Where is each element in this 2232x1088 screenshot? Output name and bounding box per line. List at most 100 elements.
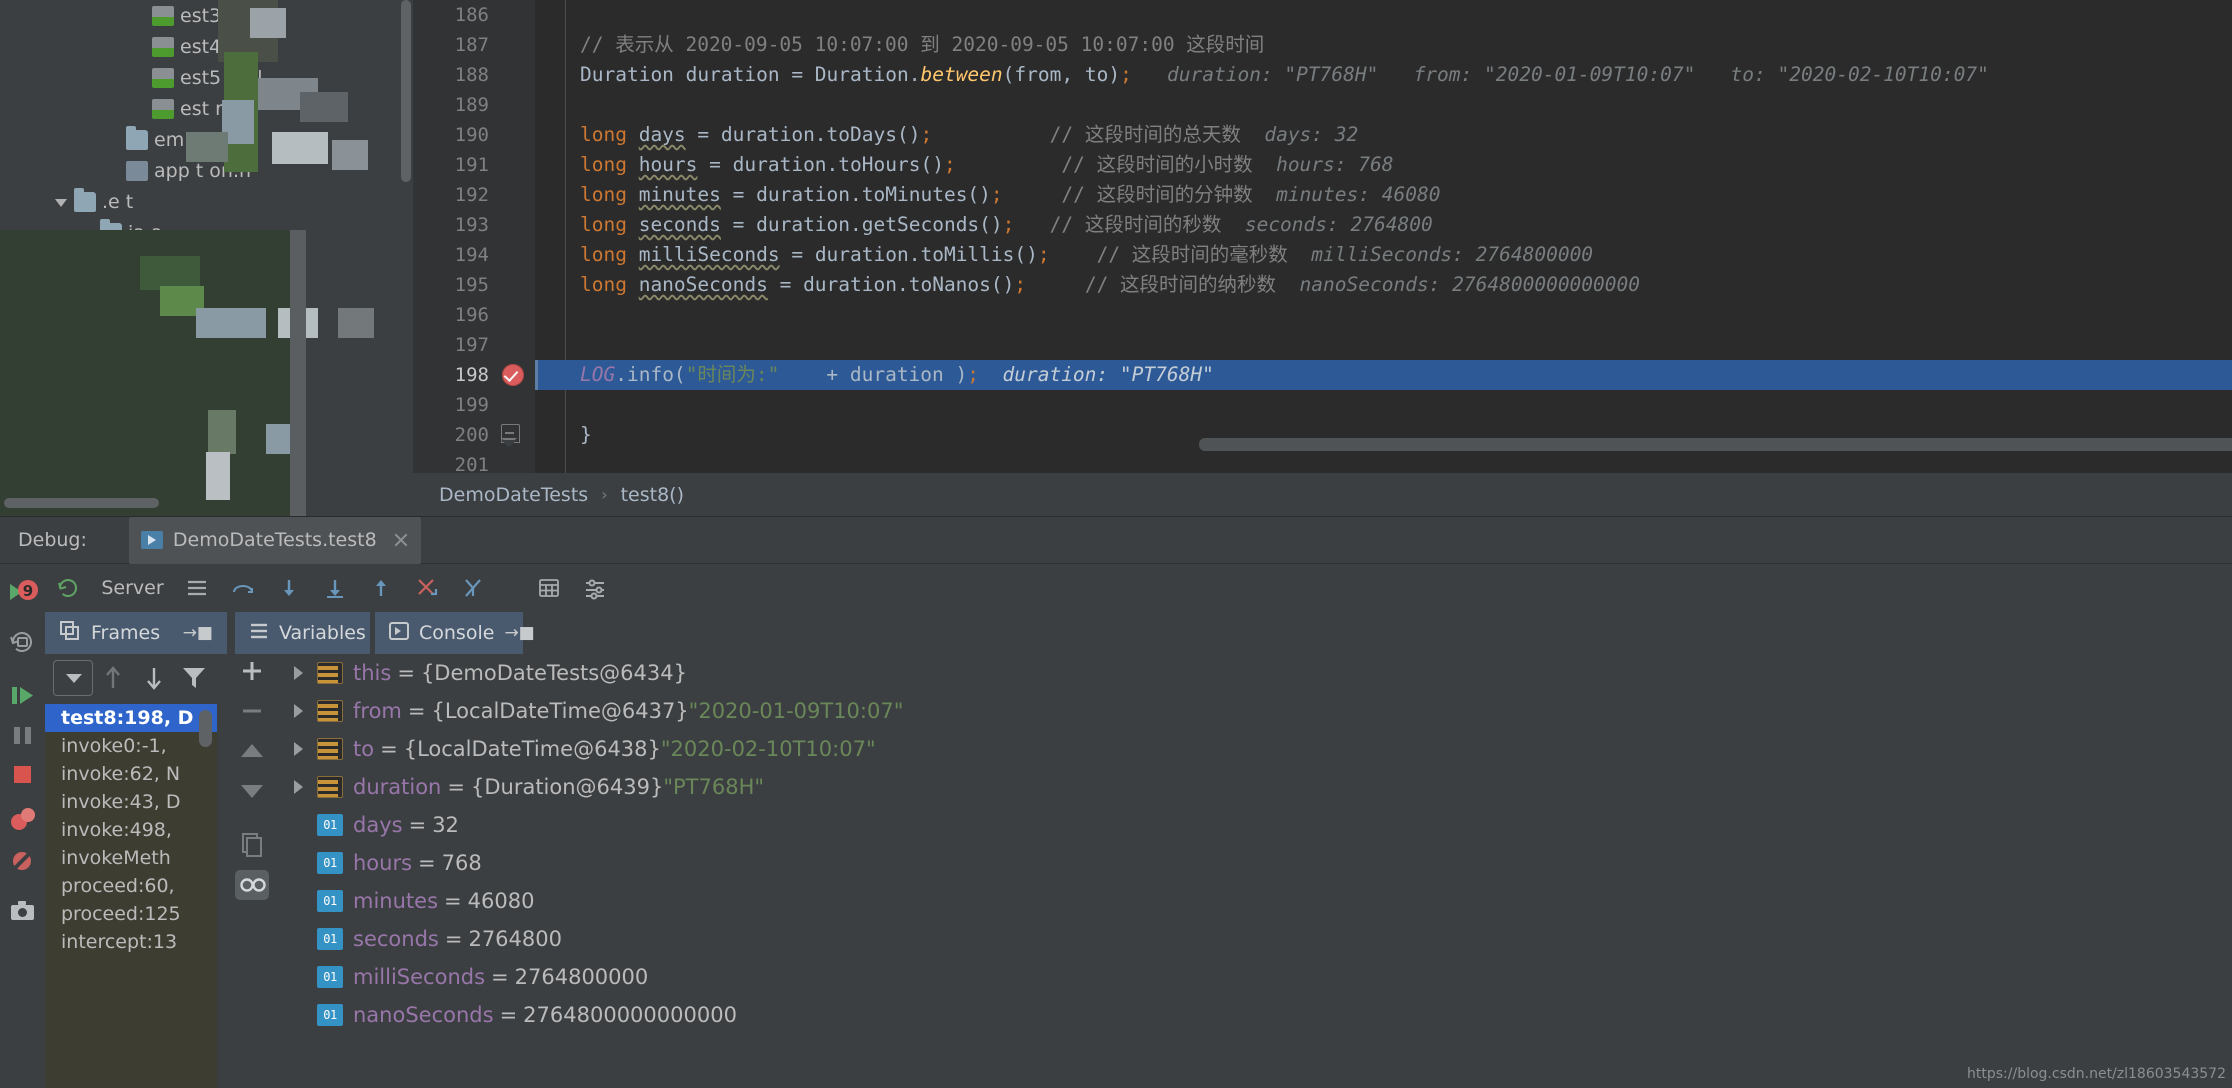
frame-list-item[interactable]: proceed:125 (45, 900, 217, 928)
variable-row[interactable]: 01 seconds = 2764800 (287, 920, 2232, 958)
variables-toolbar[interactable] (217, 654, 287, 1088)
restart-icon[interactable] (6, 626, 39, 659)
code-line[interactable] (535, 90, 2232, 120)
move-up-icon[interactable] (235, 738, 269, 768)
variable-row[interactable]: 01 hours = 768 (287, 844, 2232, 882)
hide-panel-icon[interactable]: →■ (183, 623, 213, 643)
frame-list-item[interactable]: intercept:13 (45, 928, 217, 956)
variable-row[interactable]: this = {DemoDateTests@6434} (287, 654, 2232, 692)
rerun-icon[interactable] (45, 564, 91, 612)
project-tree-item[interactable]: em la s (0, 124, 413, 155)
remove-watch-icon[interactable] (235, 696, 269, 726)
project-tree-horizontal-scrollbar[interactable] (4, 498, 159, 508)
code-line[interactable] (535, 450, 2232, 473)
tab-variables[interactable]: Variables →■ (235, 612, 406, 654)
project-tree-item[interactable]: est3.html (0, 0, 413, 31)
tab-frames[interactable]: Frames →■ (45, 612, 227, 654)
project-tree-item[interactable]: .on p (0, 248, 413, 279)
stop-icon[interactable] (6, 758, 39, 791)
variable-row[interactable]: duration = {Duration@6439} "PT768H" (287, 768, 2232, 806)
breadcrumb[interactable]: DemoDateTests › test8() (413, 473, 2232, 516)
breadcrumb-item-class[interactable]: DemoDateTests (439, 484, 588, 506)
chevron-down-icon[interactable] (104, 255, 122, 273)
code-line[interactable] (535, 300, 2232, 330)
step-into-icon[interactable] (266, 564, 312, 612)
code-line[interactable]: long milliSeconds = duration.toMillis();… (535, 240, 2232, 270)
frame-list-item[interactable]: invoke0:-1, (45, 732, 217, 760)
frames-list[interactable]: test8:198, Dinvoke0:-1, invoke:62, Ninvok… (45, 704, 217, 1088)
force-step-into-icon[interactable] (312, 564, 358, 612)
settings-icon[interactable] (572, 564, 618, 612)
chevron-down-icon[interactable] (78, 224, 96, 242)
variable-row[interactable]: 01 milliSeconds = 2764800000 (287, 958, 2232, 996)
debug-side-toolbar[interactable]: 9 (0, 564, 45, 1088)
frame-list-item[interactable]: proceed:60, (45, 872, 217, 900)
project-tree-vertical-scrollbar[interactable] (401, 0, 411, 182)
project-tree-item[interactable]: est4 nt l (0, 31, 413, 62)
project-tree-item[interactable]: CD moAp (0, 310, 413, 341)
frame-list-item[interactable]: invokeMeth (45, 844, 217, 872)
trace-current-stream-icon[interactable] (450, 564, 496, 612)
project-tree-item[interactable]: est ml (0, 93, 413, 124)
frame-list-item[interactable]: invoke:62, N (45, 760, 217, 788)
code-text-area[interactable]: // 表示从 2020-09-05 10:07:00 到 2020-09-05 … (535, 0, 2232, 473)
debug-runner-toolbar[interactable]: Server (45, 564, 2232, 612)
add-watch-icon[interactable] (235, 656, 269, 686)
frame-list-item[interactable]: invoke:498, (45, 816, 217, 844)
code-line[interactable]: long days = duration.toDays(); // 这段时间的总… (535, 120, 2232, 150)
code-line[interactable]: Duration duration = Duration.between(fro… (535, 60, 2232, 90)
code-line[interactable] (535, 390, 2232, 420)
resume-program-icon[interactable] (6, 679, 39, 712)
close-icon[interactable] (393, 532, 409, 548)
screenshot-icon[interactable] (6, 894, 39, 927)
variable-row[interactable]: from = {LocalDateTime@6437} "2020-01-09T10… (287, 692, 2232, 730)
step-over-icon[interactable] (220, 564, 266, 612)
current-execution-line[interactable]: LOG.info("时间为:" + duration ); duration: … (535, 360, 2232, 390)
thread-selector-icon[interactable] (53, 660, 93, 696)
project-tree-item[interactable]: CD moApp (0, 342, 413, 373)
chevron-down-icon[interactable] (52, 193, 70, 211)
code-line[interactable]: long hours = duration.toHours(); // 这段时间… (535, 150, 2232, 180)
project-tree-panel[interactable]: est3.html est4 nt l est5 h nl est ml em la s… (0, 0, 413, 516)
filter-icon[interactable] (181, 665, 207, 695)
project-tree-item[interactable]: .e t (0, 186, 413, 217)
project-tree-item[interactable]: CD moAp (0, 278, 413, 309)
debug-session-tab[interactable]: DemoDateTests.test8 (128, 516, 421, 564)
code-line[interactable]: long nanoSeconds = duration.toNanos(); /… (535, 270, 2232, 300)
frames-scrollbar[interactable] (199, 710, 212, 747)
step-out-icon[interactable] (358, 564, 404, 612)
console-icon[interactable] (174, 564, 220, 612)
expand-arrow-icon[interactable] (287, 736, 313, 762)
code-line[interactable]: long seconds = duration.getSeconds(); //… (535, 210, 2232, 240)
variables-tree[interactable]: this = {DemoDateTests@6434} from = {LocalDate… (287, 654, 2232, 1088)
evaluate-expression-icon[interactable] (526, 564, 572, 612)
up-arrow-icon[interactable] (100, 664, 126, 696)
tab-console[interactable]: Console →■ (375, 612, 535, 654)
frame-list-item[interactable]: test8:198, D (45, 704, 217, 732)
expand-arrow-icon[interactable] (287, 660, 313, 686)
variable-row[interactable]: to = {LocalDateTime@6438} "2020-02-10T10:0… (287, 730, 2232, 768)
mute-breakpoints-icon[interactable] (6, 845, 39, 878)
frame-list-item[interactable]: invoke:43, D (45, 788, 217, 816)
editor-gutter[interactable]: 186 187 188 189 190 191 192 193 194 195 196 197 198 1… (413, 0, 535, 473)
code-line[interactable] (535, 0, 2232, 30)
project-tree-item[interactable]: est5 h nl (0, 62, 413, 93)
expand-arrow-icon[interactable] (287, 774, 313, 800)
project-tree-item[interactable]: C DemoPubl (0, 374, 413, 405)
variable-row[interactable]: 01 minutes = 46080 (287, 882, 2232, 920)
project-tree-item[interactable]: app t on.n (0, 155, 413, 186)
expand-arrow-icon[interactable] (287, 698, 313, 724)
view-breakpoints-icon[interactable] (6, 803, 39, 836)
frames-toolbar[interactable] (45, 654, 217, 704)
inspect-icon[interactable] (235, 870, 269, 900)
copy-icon[interactable] (235, 830, 269, 860)
variable-row[interactable]: 01 nanoSeconds = 2764800000000000 (287, 996, 2232, 1034)
run-to-cursor-icon[interactable] (404, 564, 450, 612)
server-tab[interactable]: Server (91, 564, 174, 612)
down-arrow-icon[interactable] (141, 664, 167, 696)
hide-panel-icon[interactable]: →■ (504, 623, 534, 643)
breakpoint-icon[interactable] (502, 364, 524, 386)
code-line[interactable] (535, 330, 2232, 360)
project-tree-item[interactable]: ja a (0, 217, 413, 248)
variable-row[interactable]: 01 days = 32 (287, 806, 2232, 844)
